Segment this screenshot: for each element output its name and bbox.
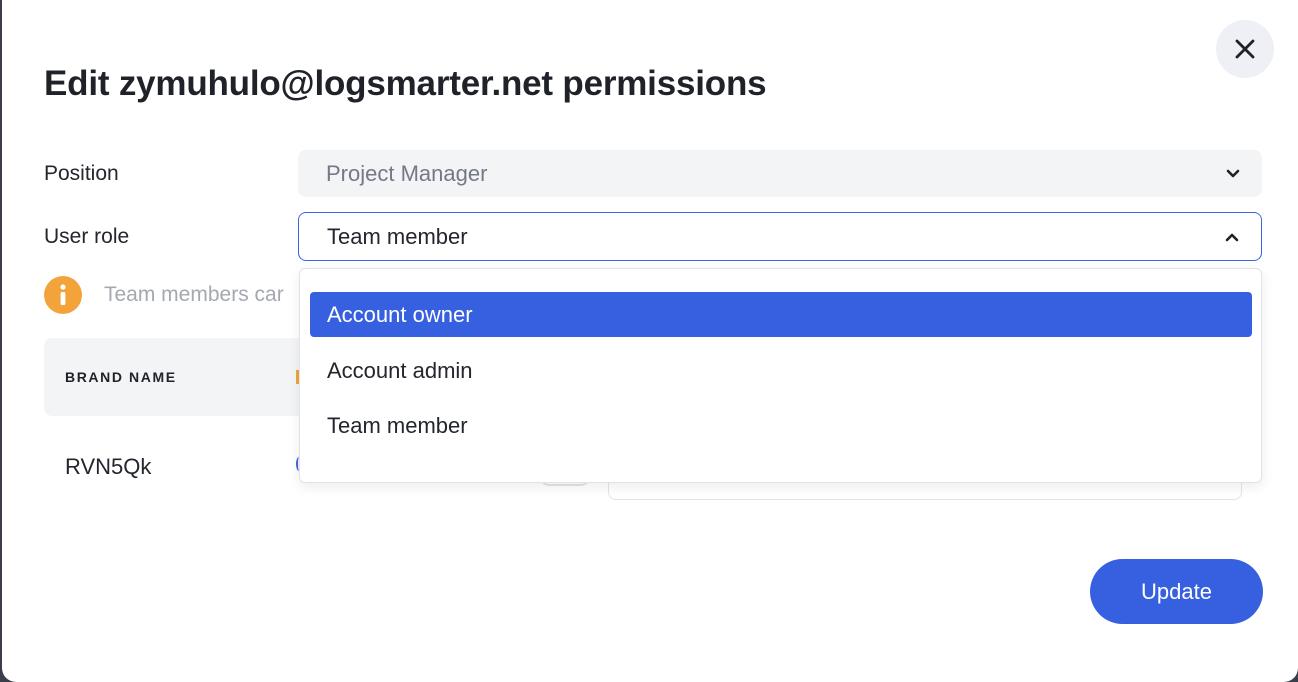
dropdown-option-team-member[interactable]: Team member [310, 403, 1252, 448]
dropdown-option-account-owner[interactable]: Account owner [310, 292, 1252, 337]
table-cell-brand: RVN5Qk [65, 454, 152, 479]
close-icon [1235, 39, 1255, 59]
dropdown-option-account-admin[interactable]: Account admin [310, 348, 1252, 393]
user-role-select-value: Team member [327, 223, 468, 249]
position-select-value: Project Manager [326, 160, 488, 186]
info-icon [44, 276, 82, 314]
position-label: Position [44, 162, 119, 185]
chevron-up-icon [1225, 232, 1239, 242]
close-button[interactable] [1216, 20, 1274, 78]
update-button[interactable]: Update [1090, 559, 1263, 624]
user-role-select[interactable]: Team member [298, 212, 1262, 261]
column-header-brand-name: BRAND NAME [65, 369, 177, 385]
user-role-dropdown-menu: Account owner Account admin Team member [299, 268, 1262, 483]
info-notice: Team members car [44, 276, 284, 314]
position-select[interactable]: Project Manager [298, 150, 1262, 197]
modal-title: Edit zymuhulo@logsmarter.net permissions [44, 64, 767, 103]
user-role-label: User role [44, 225, 130, 248]
edit-permissions-modal: Edit zymuhulo@logsmarter.net permissions… [2, 0, 1298, 682]
chevron-down-icon [1226, 169, 1240, 179]
info-text: Team members car [104, 283, 284, 306]
